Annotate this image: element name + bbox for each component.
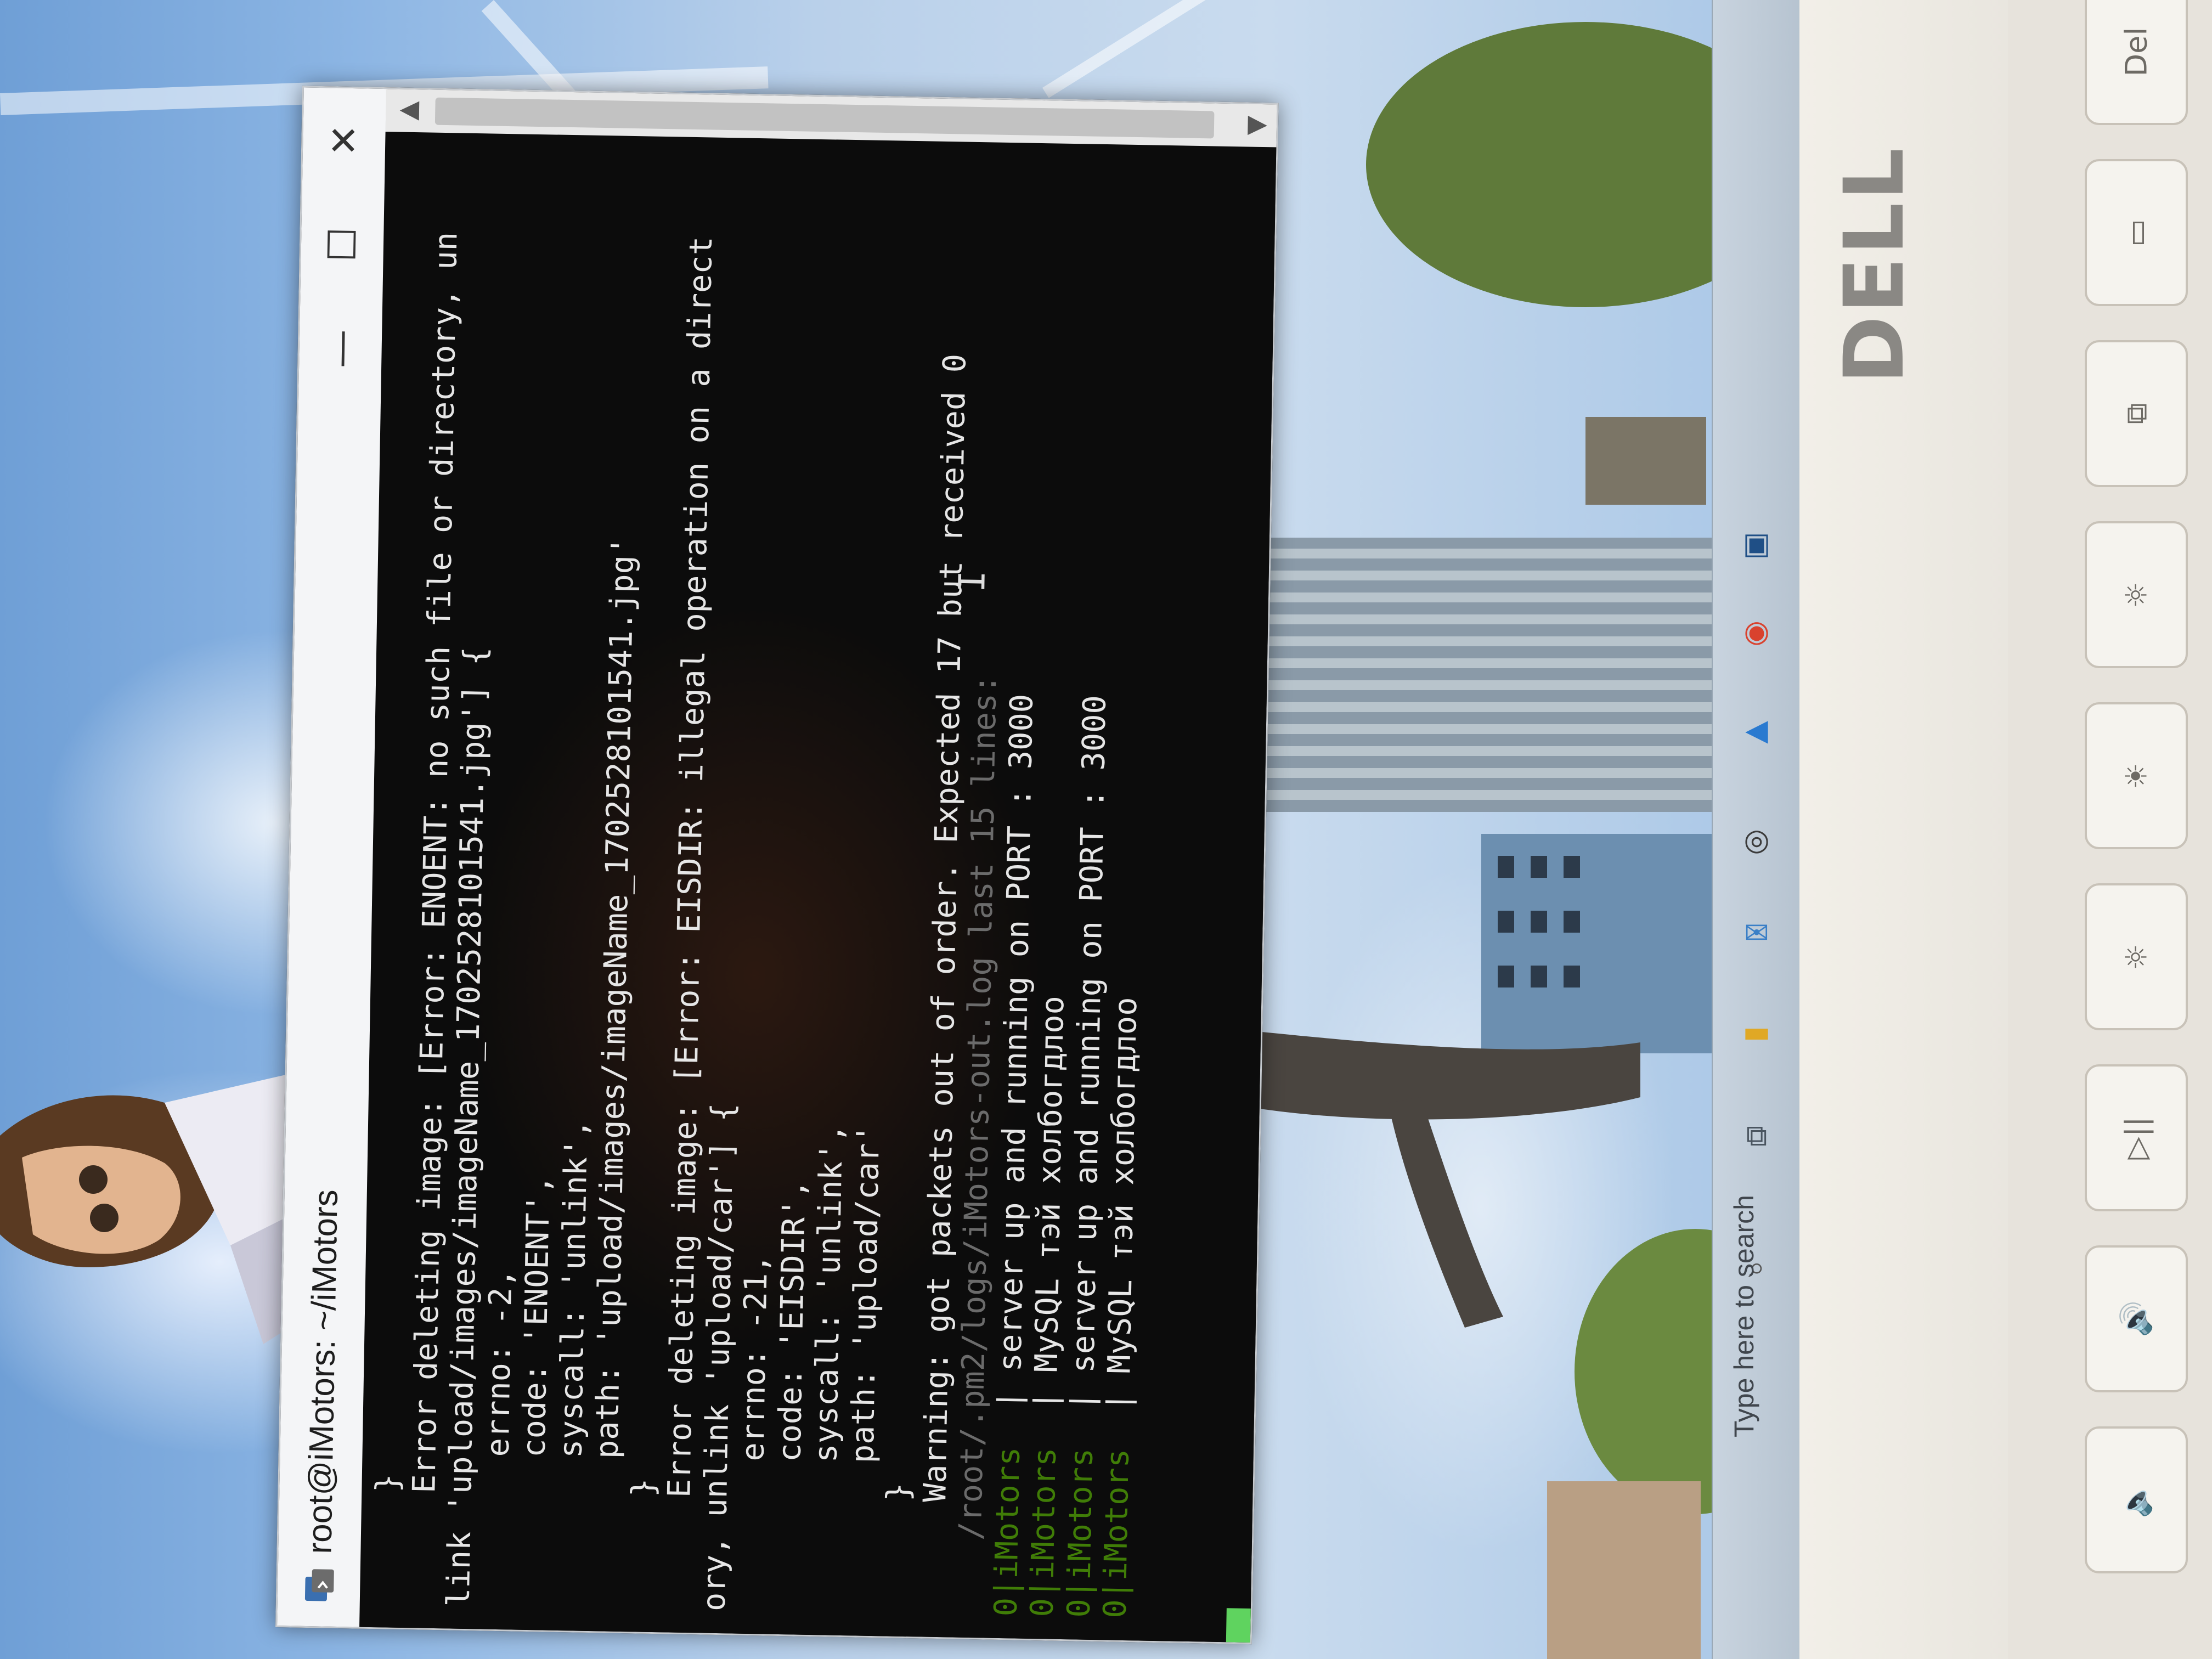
keyboard-key: ☼ <box>2085 521 2188 668</box>
terminal-line-text: } <box>369 1473 406 1531</box>
keyboard-key: 🔊 <box>2085 1245 2188 1392</box>
keyboard-key: ⧉ <box>2085 340 2188 487</box>
terminal-line-prefix <box>842 1538 879 1614</box>
minimize-button[interactable]: — <box>298 296 382 402</box>
dell-icon[interactable]: ◎ <box>1735 817 1779 861</box>
terminal-line-prefix <box>550 1533 587 1609</box>
scroll-down-arrow-icon[interactable]: ▼ <box>1233 104 1277 147</box>
mail-icon[interactable]: ✉ <box>1735 911 1779 955</box>
laptop-keyboard: Del ▭ ⧉ ☼ ☀ ☼ ▷|| 🔊 🔈 <box>2008 0 2212 1659</box>
terminal-line-prefix <box>769 1537 806 1612</box>
keyboard-key: ▭ <box>2085 159 2188 306</box>
window-title: root@iMotors: ~/iMotors <box>300 1189 345 1554</box>
terminal-line-text: errno: -2, <box>478 1268 519 1533</box>
maximize-button[interactable]: ☐ <box>300 191 384 297</box>
terminal-line-prefix <box>659 1535 697 1611</box>
terminal-line-prefix: 0|iMotors <box>988 1446 1027 1617</box>
keyboard-key: ☼ <box>2085 883 2188 1030</box>
terminal-line-prefix <box>805 1538 843 1613</box>
app-icon[interactable]: ▣ <box>1735 521 1779 565</box>
keyboard-key: ☀ <box>2085 702 2188 849</box>
terminal-line-prefix: 0|iMotors <box>1024 1447 1063 1617</box>
terminal-line-text: } <box>624 1477 662 1535</box>
terminal-line-prefix <box>477 1532 514 1607</box>
terminal-line-text: path: 'upload/car' <box>843 1124 887 1539</box>
terminal-line-prefix <box>586 1534 624 1610</box>
terminal-line-prefix <box>878 1539 916 1615</box>
scrollbar-thumb[interactable] <box>435 97 1215 139</box>
terminal-line-text: syscall: 'unlink', <box>806 1123 850 1538</box>
terminal-line-prefix: 0|iMotors <box>1060 1448 1100 1618</box>
vscode-icon[interactable]: ◀ <box>1735 708 1779 752</box>
terminal-output[interactable]: } Error deleting image: [Error: ENOENT: … <box>359 132 1277 1643</box>
terminal-line-prefix <box>368 1530 405 1606</box>
close-button[interactable]: ✕ <box>302 87 386 193</box>
terminal-line-prefix <box>623 1534 660 1610</box>
terminal-line-text: code: 'ENOENT', <box>515 1175 557 1533</box>
terminal-line-prefix <box>732 1536 770 1612</box>
keyboard-key: ▷|| <box>2085 1064 2188 1211</box>
terminal-window: root@iMotors: ~/iMotors — ☐ ✕ } Error de… <box>275 86 1279 1645</box>
terminal-line-text: } <box>879 1482 917 1540</box>
terminal-cursor <box>1226 1608 1251 1643</box>
terminal-line-text: | MySQL тэй холбогдлоо <box>1099 996 1144 1449</box>
terminal-line-text: errno: -21, <box>733 1254 775 1537</box>
terminal-line-text: syscall: 'unlink', <box>551 1119 595 1534</box>
laptop-brand-logo: DELL <box>1827 145 1922 384</box>
scroll-up-arrow-icon[interactable]: ▲ <box>386 89 429 132</box>
terminal-line-prefix <box>514 1532 551 1608</box>
terminal-line-text: code: 'EISDIR', <box>770 1179 812 1538</box>
keyboard-key: 🔈 <box>2085 1426 2188 1573</box>
taskbar-search-box[interactable]: Type here to search <box>1728 1195 1761 1437</box>
terminal-window-wrapper: root@iMotors: ~/iMotors — ☐ ✕ } Error de… <box>275 86 1279 1645</box>
file-explorer-icon[interactable]: ▬ <box>1735 1009 1779 1053</box>
terminal-line-prefix: 0|iMotors <box>1097 1448 1136 1619</box>
keyboard-key: Del <box>2085 0 2188 125</box>
terminal-line-prefix <box>915 1539 952 1615</box>
task-view-icon[interactable]: ⧉ <box>1735 1114 1779 1158</box>
terminal-line-prefix <box>404 1531 441 1606</box>
terminal-app-icon <box>304 1569 334 1601</box>
chrome-icon[interactable]: ◉ <box>1735 609 1779 653</box>
text-cursor-icon: I <box>951 570 994 593</box>
